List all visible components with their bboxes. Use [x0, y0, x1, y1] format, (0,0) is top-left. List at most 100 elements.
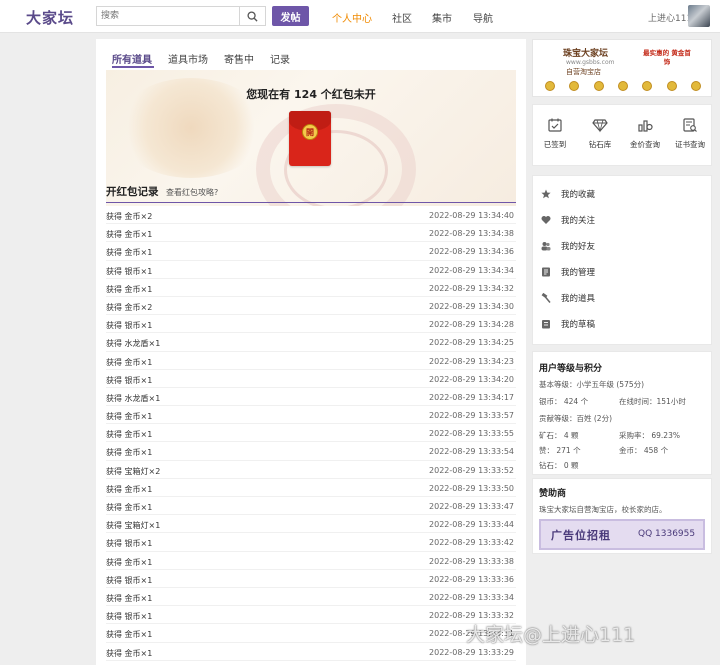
gold-icon [690, 81, 701, 91]
gold-icon [617, 81, 628, 91]
nav-personal-center[interactable]: 个人中心 [332, 10, 372, 25]
quick-links: 已签到 钻石库 金价查询 证书查询 [532, 104, 712, 166]
menu-label: 我的关注 [561, 216, 596, 226]
tab-consignment[interactable]: 寄售中 [224, 51, 254, 66]
record-time: 2022-08-29 13:33:47 [429, 502, 514, 511]
post-button[interactable]: 发帖 [272, 6, 309, 26]
record-item: 获得 金币×1 [106, 248, 153, 258]
calendar-check-icon [548, 118, 562, 132]
menu-label: 我的草稿 [561, 320, 596, 330]
record-row: 获得 金币×1 2022-08-29 13:33:38 [106, 552, 516, 570]
record-time: 2022-08-29 13:34:34 [429, 265, 514, 275]
menu-my-friends[interactable]: 我的好友 [541, 240, 595, 252]
menu-label: 我的道具 [561, 294, 596, 304]
record-time: 2022-08-29 13:33:36 [429, 574, 514, 584]
record-row: 获得 金币×1 2022-08-29 13:33:31 [106, 624, 516, 643]
record-item: 获得 金币×1 [106, 503, 153, 512]
tab-records[interactable]: 记录 [270, 51, 290, 66]
record-row: 获得 金币×1 2022-08-29 13:34:32 [106, 279, 516, 297]
sponsor-panel: 赞助商 珠宝大家坛自营淘宝店，校长家的店。 广告位招租 QQ 1336955 [532, 478, 712, 554]
record-item: 获得 银币×1 [106, 375, 153, 385]
record-row: 获得 银币×1 2022-08-29 13:33:36 [106, 570, 516, 588]
record-item: 获得 银币×1 [106, 321, 153, 331]
records-divider [106, 202, 516, 203]
menu-my-favorites[interactable]: 我的收藏 [541, 188, 595, 200]
active-tab-indicator [112, 66, 154, 68]
silver-count: 银币： 424 个 [539, 397, 589, 406]
record-time: 2022-08-29 13:33:42 [429, 538, 514, 548]
heart-icon [541, 215, 551, 225]
ad-slogan: 最实惠的 黄金首饰 [643, 49, 691, 66]
record-row: 获得 银币×1 2022-08-29 13:34:20 [106, 370, 516, 388]
adoption-rate: 采购率： 69.23% [619, 431, 680, 440]
friends-icon [541, 241, 551, 251]
site-logo[interactable]: 大家坛 [26, 7, 74, 28]
record-row: 获得 银币×1 2022-08-29 13:34:28 [106, 315, 516, 334]
red-packet-banner: 您现在有 124 个红包未开 開 [106, 70, 516, 206]
record-row: 获得 金币×1 2022-08-29 13:34:23 [106, 352, 516, 370]
online-time: 在线时间：151小时 [619, 397, 686, 406]
quick-diamond-library[interactable]: 钻石库 [578, 117, 622, 150]
record-row: 获得 水龙盾×1 2022-08-29 13:34:17 [106, 388, 516, 407]
ad-brand: 珠宝大家坛 [563, 49, 609, 59]
record-time: 2022-08-29 13:34:36 [429, 247, 514, 257]
nav-navigation[interactable]: 导航 [473, 10, 493, 25]
tab-item-market[interactable]: 道具市场 [168, 51, 208, 66]
record-row: 获得 金币×1 2022-08-29 13:33:29 [106, 643, 516, 661]
gold-jewelry-icons [543, 81, 703, 93]
quick-certificate[interactable]: 证书查询 [668, 117, 712, 150]
username-link[interactable]: 上进心111 [648, 11, 692, 24]
guide-link[interactable]: 查看红包攻略? [166, 187, 218, 198]
user-menu: 我的收藏 我的关注 我的好友 我的管理 我的道具 我的草稿 [532, 175, 712, 345]
search-icon [247, 10, 258, 22]
jewelry-store-ad[interactable]: 珠宝大家坛 www.gsbbs.com 自营淘宝店 最实惠的 黄金首饰 [532, 39, 712, 97]
record-row: 获得 金币×1 2022-08-29 13:33:54 [106, 442, 516, 461]
avatar[interactable] [688, 5, 710, 27]
gold-icon [569, 81, 580, 91]
open-coin-icon: 開 [302, 124, 318, 140]
tab-all-items[interactable]: 所有道具 [112, 51, 152, 66]
record-time: 2022-08-29 13:34:40 [429, 211, 514, 220]
record-row: 获得 银币×1 2022-08-29 13:33:32 [106, 606, 516, 625]
menu-my-management[interactable]: 我的管理 [541, 266, 595, 278]
gold-price-chart-icon [638, 120, 653, 132]
basic-level: 基本等级：小学五年级 (575分) [539, 380, 645, 389]
record-item: 获得 金币×2 [106, 212, 153, 221]
record-time: 2022-08-29 13:33:55 [429, 429, 514, 439]
menu-my-items[interactable]: 我的道具 [541, 292, 595, 304]
menu-label: 我的收藏 [561, 190, 596, 200]
record-time: 2022-08-29 13:33:34 [429, 592, 514, 602]
nav-community[interactable]: 社区 [392, 10, 412, 25]
search-button[interactable] [239, 7, 265, 25]
ad-store: 自营淘宝店 [566, 68, 601, 76]
record-item: 获得 银币×1 [106, 612, 153, 622]
record-item: 获得 金币×1 [106, 430, 153, 440]
record-time: 2022-08-29 13:33:44 [429, 520, 514, 530]
record-item: 获得 金币×1 [106, 593, 153, 603]
record-row: 获得 金币×1 2022-08-29 13:34:36 [106, 242, 516, 261]
record-item: 获得 水龙盾×1 [106, 393, 161, 403]
ad-space-banner[interactable]: 广告位招租 QQ 1336955 [539, 519, 705, 550]
ad-site: www.gsbbs.com [566, 59, 615, 66]
record-row: 获得 金币×1 2022-08-29 13:33:57 [106, 406, 516, 425]
top-bar: 大家坛 发帖 个人中心 社区 集市 导航 上进心111 [0, 0, 720, 33]
nav-market[interactable]: 集市 [432, 10, 452, 25]
record-time: 2022-08-29 13:34:32 [429, 283, 514, 293]
menu-my-drafts[interactable]: 我的草稿 [541, 318, 595, 330]
certificate-search-icon [683, 118, 697, 132]
quick-gold-price[interactable]: 金价查询 [623, 117, 667, 150]
search-input[interactable] [97, 7, 237, 25]
record-item: 获得 银币×1 [106, 266, 153, 276]
gold-icon [642, 81, 653, 91]
menu-my-follows[interactable]: 我的关注 [541, 214, 595, 226]
hammer-icon [541, 293, 551, 303]
records-header: 开红包记录 查看红包攻略? [106, 184, 218, 199]
star-icon [541, 189, 551, 199]
record-time: 2022-08-29 13:34:25 [429, 338, 514, 348]
sponsor-desc[interactable]: 珠宝大家坛自营淘宝店，校长家的店。 [539, 504, 667, 515]
record-row: 获得 银币×1 2022-08-29 13:34:34 [106, 261, 516, 279]
record-item: 获得 金币×1 [106, 230, 153, 240]
record-item: 获得 金币×1 [106, 284, 153, 294]
red-packet-button[interactable]: 開 [289, 111, 331, 166]
quick-signed-in[interactable]: 已签到 [533, 117, 577, 150]
